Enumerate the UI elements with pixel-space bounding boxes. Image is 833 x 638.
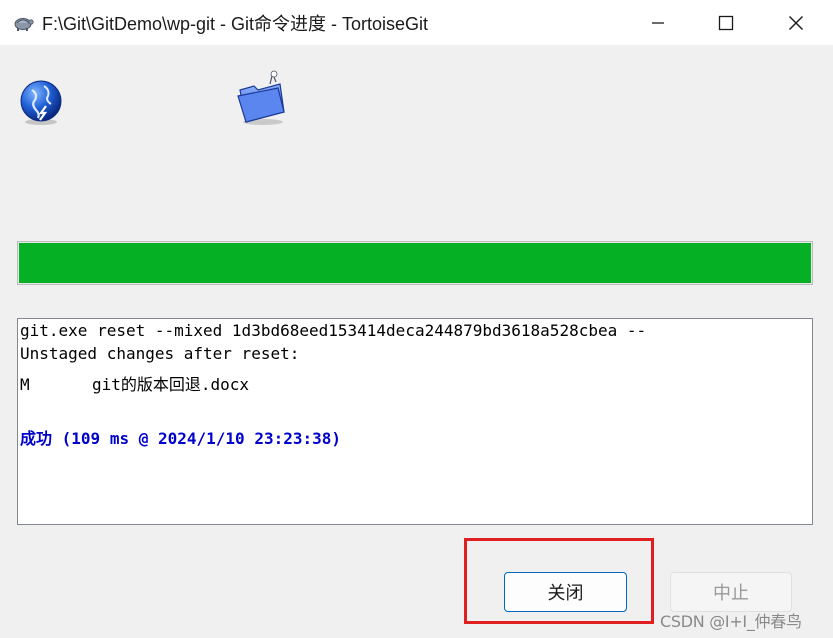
output-log[interactable]: git.exe reset --mixed 1d3bd68eed153414de…	[17, 318, 813, 525]
log-result-line: 成功 (109 ms @ 2024/1/10 23:23:38)	[20, 425, 341, 449]
log-file-line: Mgit的版本回退.docx	[20, 371, 249, 395]
minimize-button[interactable]	[635, 0, 681, 45]
minimize-icon	[652, 21, 664, 24]
close-icon	[789, 15, 803, 30]
file-name: git的版本回退.docx	[92, 375, 250, 394]
tortoise-icon	[14, 18, 34, 31]
log-command-line: git.exe reset --mixed 1d3bd68eed153414de…	[20, 321, 647, 340]
close-window-button[interactable]	[773, 0, 819, 45]
globe-icon	[20, 80, 62, 125]
maximize-icon	[718, 15, 734, 30]
abort-button[interactable]: 中止	[670, 572, 792, 612]
folder-icon	[237, 70, 285, 125]
progress-fill	[19, 243, 811, 283]
log-unstaged-line: Unstaged changes after reset:	[20, 344, 300, 363]
result-detail: (109 ms @ 2024/1/10 23:23:38)	[61, 429, 342, 448]
maximize-button[interactable]	[703, 0, 749, 45]
progress-bar	[17, 241, 813, 285]
window-title: F:\Git\GitDemo\wp-git - Git命令进度 - Tortoi…	[42, 14, 429, 34]
git-progress-window: F:\Git\GitDemo\wp-git - Git命令进度 - Tortoi…	[0, 0, 833, 638]
highlight-box	[464, 538, 654, 624]
result-label: 成功	[20, 429, 53, 448]
watermark: CSDN @I+I_仲春鸟	[660, 612, 802, 631]
file-status: M	[20, 375, 30, 394]
title-bar[interactable]: F:\Git\GitDemo\wp-git - Git命令进度 - Tortoi…	[0, 0, 833, 45]
